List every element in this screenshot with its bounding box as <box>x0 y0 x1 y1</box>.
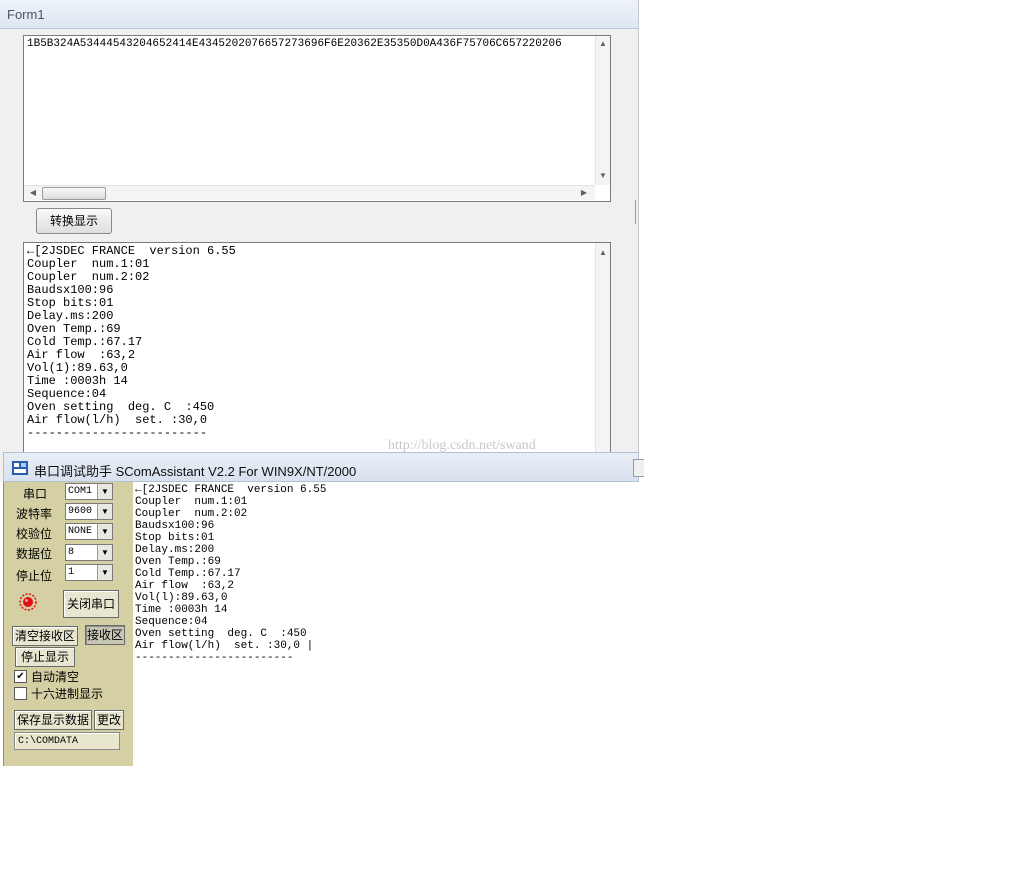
auto-clear-label: 自动清空 <box>31 670 80 684</box>
port-label: 串口 <box>23 487 48 501</box>
stopbits-select[interactable]: 1 ▼ <box>65 564 113 581</box>
window-button[interactable] <box>633 459 644 477</box>
watermark: http://blog.csdn.net/swand <box>388 438 536 453</box>
scroll-left-icon[interactable]: ◀ <box>26 187 40 199</box>
receive-area-button[interactable]: 接收区 <box>85 625 125 645</box>
hex-textbox[interactable]: 1B5B324A53444543204652414E43452020766572… <box>23 35 611 202</box>
stop-display-button[interactable]: 停止显示 <box>15 647 75 667</box>
scroll-up-icon[interactable]: ▲ <box>596 38 610 50</box>
form1-window: Form1 1B5B324A53444543204652414E43452020… <box>0 0 639 482</box>
app-icon <box>12 461 28 475</box>
baud-label: 波特率 <box>16 507 53 521</box>
parity-value: NONE <box>68 526 93 537</box>
port-value: COM1 <box>68 486 93 497</box>
scroll-right-icon[interactable]: ▶ <box>577 187 591 199</box>
hex-display-label: 十六进制显示 <box>31 687 104 701</box>
stopbits-value: 1 <box>68 567 75 578</box>
hex-display-checkbox[interactable] <box>14 687 27 700</box>
window-edge <box>635 200 638 224</box>
vertical-scrollbar[interactable]: ▲ ▼ <box>595 36 610 185</box>
auto-clear-checkbox[interactable]: ✔ <box>14 670 27 683</box>
close-port-button[interactable]: 关闭串口 <box>63 590 119 618</box>
parity-select[interactable]: NONE ▼ <box>65 523 113 540</box>
databits-label: 数据位 <box>16 547 53 561</box>
scom-assistant-window: 串口调试助手 SComAssistant V2.2 For WIN9X/NT/2… <box>3 452 644 766</box>
chevron-down-icon[interactable]: ▼ <box>97 484 112 499</box>
scroll-thumb[interactable] <box>42 187 106 200</box>
port-status-led-icon <box>19 593 37 611</box>
save-path-field[interactable]: C:\COMDATA <box>14 732 120 750</box>
baud-select[interactable]: 9600 ▼ <box>65 503 113 520</box>
window-title: Form1 <box>7 7 45 22</box>
vertical-scrollbar[interactable]: ▲ <box>595 243 610 482</box>
window-title: 串口调试助手 SComAssistant V2.2 For WIN9X/NT/2… <box>34 464 357 479</box>
form1-titlebar[interactable]: Form1 <box>0 0 638 29</box>
stopbits-label: 停止位 <box>16 569 53 583</box>
save-data-button[interactable]: 保存显示数据 <box>14 710 92 730</box>
chevron-down-icon[interactable]: ▼ <box>97 565 112 580</box>
baud-value: 9600 <box>68 506 93 517</box>
chevron-down-icon[interactable]: ▼ <box>97 545 112 560</box>
port-select[interactable]: COM1 ▼ <box>65 483 113 500</box>
parity-label: 校验位 <box>16 527 53 541</box>
scroll-down-icon[interactable]: ▼ <box>596 170 610 182</box>
clear-receive-button[interactable]: 清空接收区 <box>12 626 78 646</box>
chevron-down-icon[interactable]: ▼ <box>97 524 112 539</box>
receive-text: ←[2JSDEC FRANCE version 6.55 Coupler num… <box>135 484 327 664</box>
output-text: ←[2JSDEC FRANCE version 6.55 Coupler num… <box>27 244 236 440</box>
databits-select[interactable]: 8 ▼ <box>65 544 113 561</box>
chevron-down-icon[interactable]: ▼ <box>97 504 112 519</box>
scom-titlebar[interactable]: 串口调试助手 SComAssistant V2.2 For WIN9X/NT/2… <box>3 452 644 482</box>
scroll-up-icon[interactable]: ▲ <box>596 247 610 259</box>
receive-textarea[interactable]: ←[2JSDEC FRANCE version 6.55 Coupler num… <box>133 482 639 766</box>
databits-value: 8 <box>68 547 75 558</box>
settings-panel: 串口 COM1 ▼ 波特率 9600 ▼ 校验位 NONE ▼ 数据位 8 ▼ … <box>3 482 134 766</box>
horizontal-scrollbar[interactable]: ◀ ▶ <box>24 185 595 200</box>
change-path-button[interactable]: 更改 <box>94 710 124 730</box>
hex-text: 1B5B324A53444543204652414E43452020766572… <box>27 38 562 50</box>
convert-display-button[interactable]: 转换显示 <box>36 208 112 234</box>
